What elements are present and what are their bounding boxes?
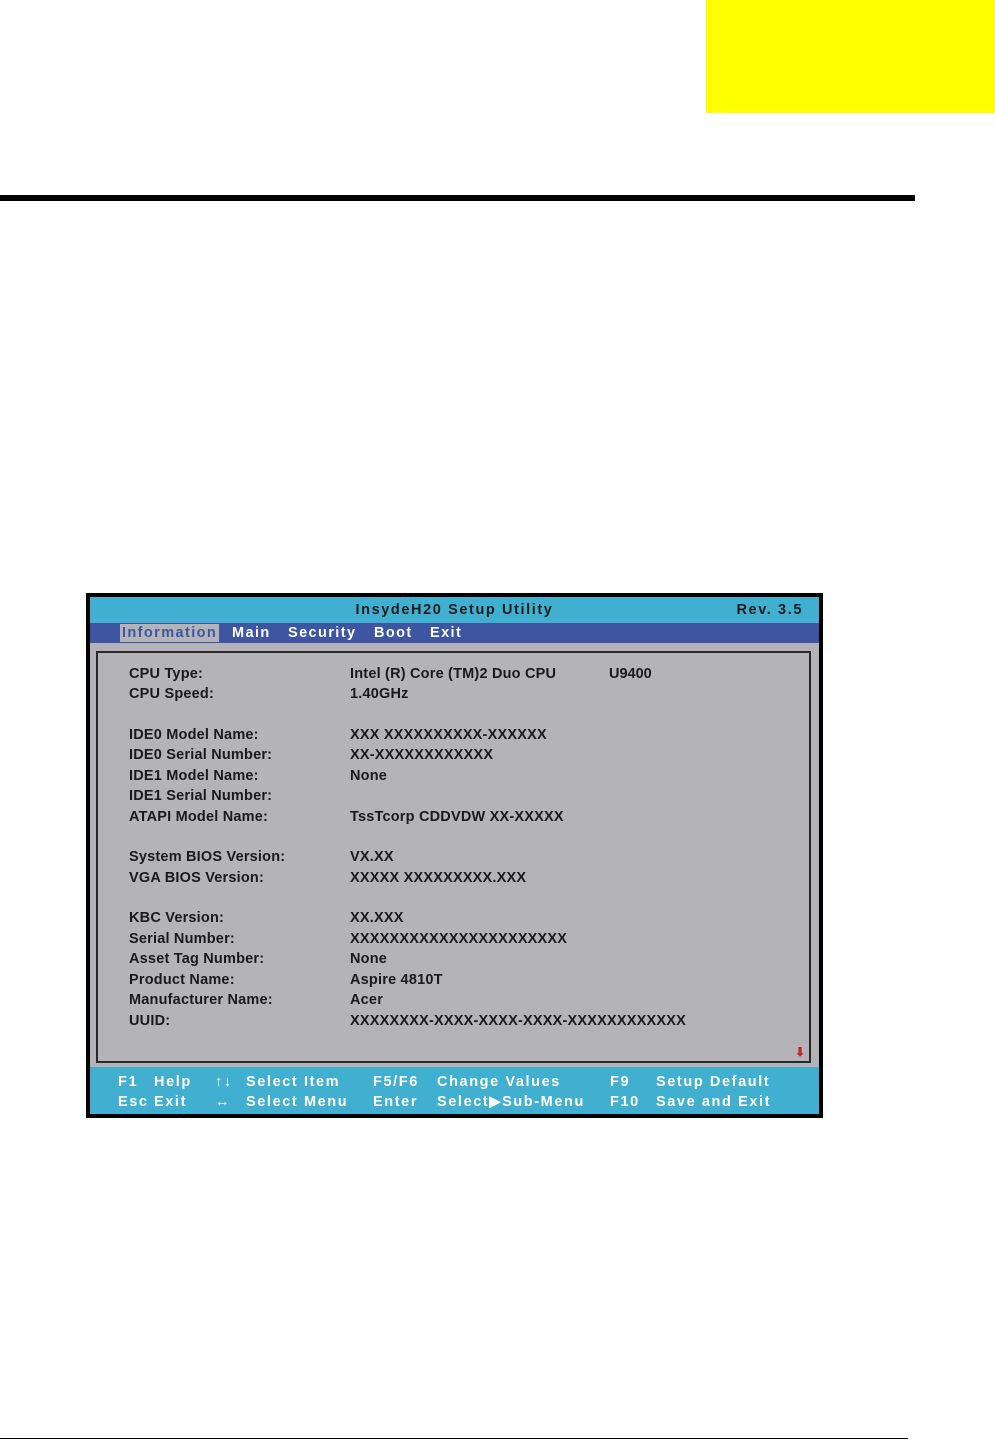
field-value: XXXXX XXXXXXXXX.XXX (350, 870, 527, 886)
tab-main[interactable]: Main (230, 624, 273, 642)
select-item-label: Select Item (246, 1074, 341, 1090)
field-label: IDE1 Model Name: (129, 768, 259, 784)
field-label: IDE0 Model Name: (129, 727, 259, 743)
field-value: None (350, 768, 388, 784)
field-label: KBC Version: (129, 910, 225, 926)
tab-exit[interactable]: Exit (428, 624, 464, 642)
tab-security[interactable]: Security (286, 624, 358, 642)
change-values-label: Change Values (437, 1074, 561, 1090)
tab-boot[interactable]: Boot (372, 624, 415, 642)
up-down-arrows-icon: ↑↓ (215, 1074, 233, 1090)
select-submenu-label: Select▶Sub-Menu (437, 1094, 585, 1110)
f9-key: F9 (610, 1074, 631, 1090)
menu-bar: Information Main Security Boot Exit (90, 623, 819, 643)
field-label: IDE0 Serial Number: (129, 747, 273, 763)
field-value: XXX XXXXXXXXXX-XXXXXX (350, 727, 547, 743)
field-label: CPU Speed: (129, 686, 214, 702)
field-value: 1.40GHz (350, 686, 409, 702)
field-value: XXXXXXXXXXXXXXXXXXXXXX (350, 931, 568, 947)
select-menu-label: Select Menu (246, 1094, 349, 1110)
field-label: Serial Number: (129, 931, 235, 947)
scroll-down-icon: ⬇ (794, 1045, 805, 1059)
title-bar: InsydeH20 Setup Utility Rev. 3.5 (90, 597, 819, 623)
field-value: XXXXXXXX-XXXX-XXXX-XXXX-XXXXXXXXXXXX (350, 1013, 686, 1029)
key-help-bar: F1 Help ↑↓ Select Item F5/F6 Change Valu… (90, 1067, 819, 1114)
field-value: Intel (R) Core (TM)2 Duo CPU (350, 666, 557, 682)
f10-key: F10 (610, 1094, 640, 1110)
f5f6-key: F5/F6 (373, 1074, 419, 1090)
field-value: None (350, 951, 388, 967)
bottom-rule (0, 1438, 908, 1439)
save-and-exit-label: Save and Exit (656, 1094, 772, 1110)
bios-revision: Rev. 3.5 (736, 602, 803, 618)
tab-information[interactable]: Information (120, 624, 220, 642)
bios-title: InsydeH20 Setup Utility (355, 602, 554, 618)
f1-label: Help (154, 1074, 192, 1090)
field-value: Aspire 4810T (350, 972, 443, 988)
field-label: IDE1 Serial Number: (129, 788, 273, 804)
esc-key: Esc (118, 1094, 149, 1110)
bios-window: InsydeH20 Setup Utility Rev. 3.5 Informa… (90, 597, 819, 1114)
field-value: Acer (350, 992, 384, 1008)
field-label: VGA BIOS Version: (129, 870, 265, 886)
field-label: Asset Tag Number: (129, 951, 265, 967)
left-right-arrows-icon: ↔ (215, 1094, 232, 1110)
field-label: System BIOS Version: (129, 849, 286, 865)
field-label: Product Name: (129, 972, 235, 988)
information-panel: CPU Type: Intel (R) Core (TM)2 Duo CPU U94… (96, 651, 811, 1063)
enter-key: Enter (373, 1094, 419, 1110)
field-label: CPU Type: (129, 666, 204, 682)
bios-screenshot: InsydeH20 Setup Utility Rev. 3.5 Informa… (86, 593, 823, 1118)
field-value: XX.XXX (350, 910, 404, 926)
field-label: UUID: (129, 1013, 171, 1029)
setup-default-label: Setup Default (656, 1074, 771, 1090)
top-rule (0, 195, 915, 201)
field-value: VX.XX (350, 849, 394, 865)
field-extra-value: U9400 (609, 666, 652, 682)
field-value: TssTcorp CDDVDW XX-XXXXX (350, 809, 564, 825)
esc-label: Exit (154, 1094, 187, 1110)
field-value: XX-XXXXXXXXXXXX (350, 747, 494, 763)
field-label: Manufacturer Name: (129, 992, 273, 1008)
field-label: ATAPI Model Name: (129, 809, 269, 825)
f1-key: F1 (118, 1074, 139, 1090)
yellow-highlight-box (706, 0, 995, 113)
